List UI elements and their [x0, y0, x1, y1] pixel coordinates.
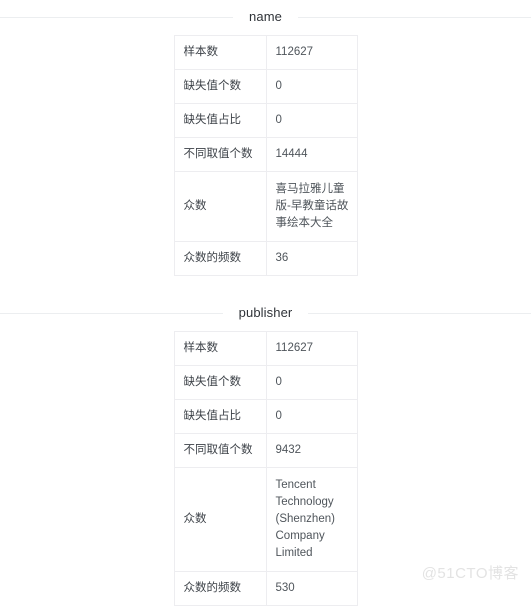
section-divider-publisher: publisher — [0, 298, 531, 328]
table-row: 不同取值个数 9432 — [173, 433, 358, 468]
row-value: 14444 — [265, 137, 358, 172]
row-value: 0 — [265, 69, 358, 104]
row-value: 0 — [265, 399, 358, 434]
table-row: 众数的频数 36 — [173, 241, 358, 276]
table-row: 不同取值个数 14444 — [173, 137, 358, 172]
stats-table-name: 样本数 112627 缺失值个数 0 缺失值占比 0 不同取值个数 14444 … — [173, 35, 358, 276]
table-row: 缺失值个数 0 — [173, 365, 358, 400]
table-row: 众数的频数 530 — [173, 571, 358, 606]
stats-table-publisher: 样本数 112627 缺失值个数 0 缺失值占比 0 不同取值个数 9432 众… — [173, 331, 358, 606]
row-label: 众数的频数 — [173, 241, 267, 276]
row-label: 众数 — [173, 171, 267, 242]
row-label: 缺失值个数 — [173, 365, 267, 400]
table-row: 众数 喜马拉雅儿童版-早教童话故事绘本大全 — [173, 171, 358, 242]
section-title-publisher: publisher — [222, 305, 309, 321]
watermark: @51CTO博客 — [421, 565, 519, 582]
row-label: 不同取值个数 — [173, 433, 267, 468]
section-divider-name: name — [0, 2, 531, 32]
row-value: 0 — [265, 103, 358, 138]
row-value: 36 — [265, 241, 358, 276]
table-row: 众数 Tencent Technology (Shenzhen) Company… — [173, 467, 358, 572]
row-label: 不同取值个数 — [173, 137, 267, 172]
table-row: 缺失值个数 0 — [173, 69, 358, 104]
table-row: 样本数 112627 — [173, 35, 358, 70]
row-value: 112627 — [265, 35, 358, 70]
row-label: 众数的频数 — [173, 571, 267, 606]
table-row: 样本数 112627 — [173, 331, 358, 366]
row-label: 样本数 — [173, 331, 267, 366]
row-value: 530 — [265, 571, 358, 606]
stats-page: name 样本数 112627 缺失值个数 0 缺失值占比 0 不同取值个数 1… — [0, 0, 531, 606]
row-label: 缺失值占比 — [173, 399, 267, 434]
table-row: 缺失值占比 0 — [173, 399, 358, 434]
row-value: 喜马拉雅儿童版-早教童话故事绘本大全 — [265, 171, 358, 242]
row-value: 0 — [265, 365, 358, 400]
section-title-name: name — [233, 9, 298, 25]
stats-table-wrap-name: 样本数 112627 缺失值个数 0 缺失值占比 0 不同取值个数 14444 … — [0, 35, 531, 276]
between-sections-spacer — [0, 276, 531, 298]
row-label: 样本数 — [173, 35, 267, 70]
row-value: 9432 — [265, 433, 358, 468]
row-label: 缺失值个数 — [173, 69, 267, 104]
table-row: 缺失值占比 0 — [173, 103, 358, 138]
row-label: 众数 — [173, 467, 267, 572]
row-label: 缺失值占比 — [173, 103, 267, 138]
row-value: Tencent Technology (Shenzhen) Company Li… — [265, 467, 358, 572]
row-value: 112627 — [265, 331, 358, 366]
